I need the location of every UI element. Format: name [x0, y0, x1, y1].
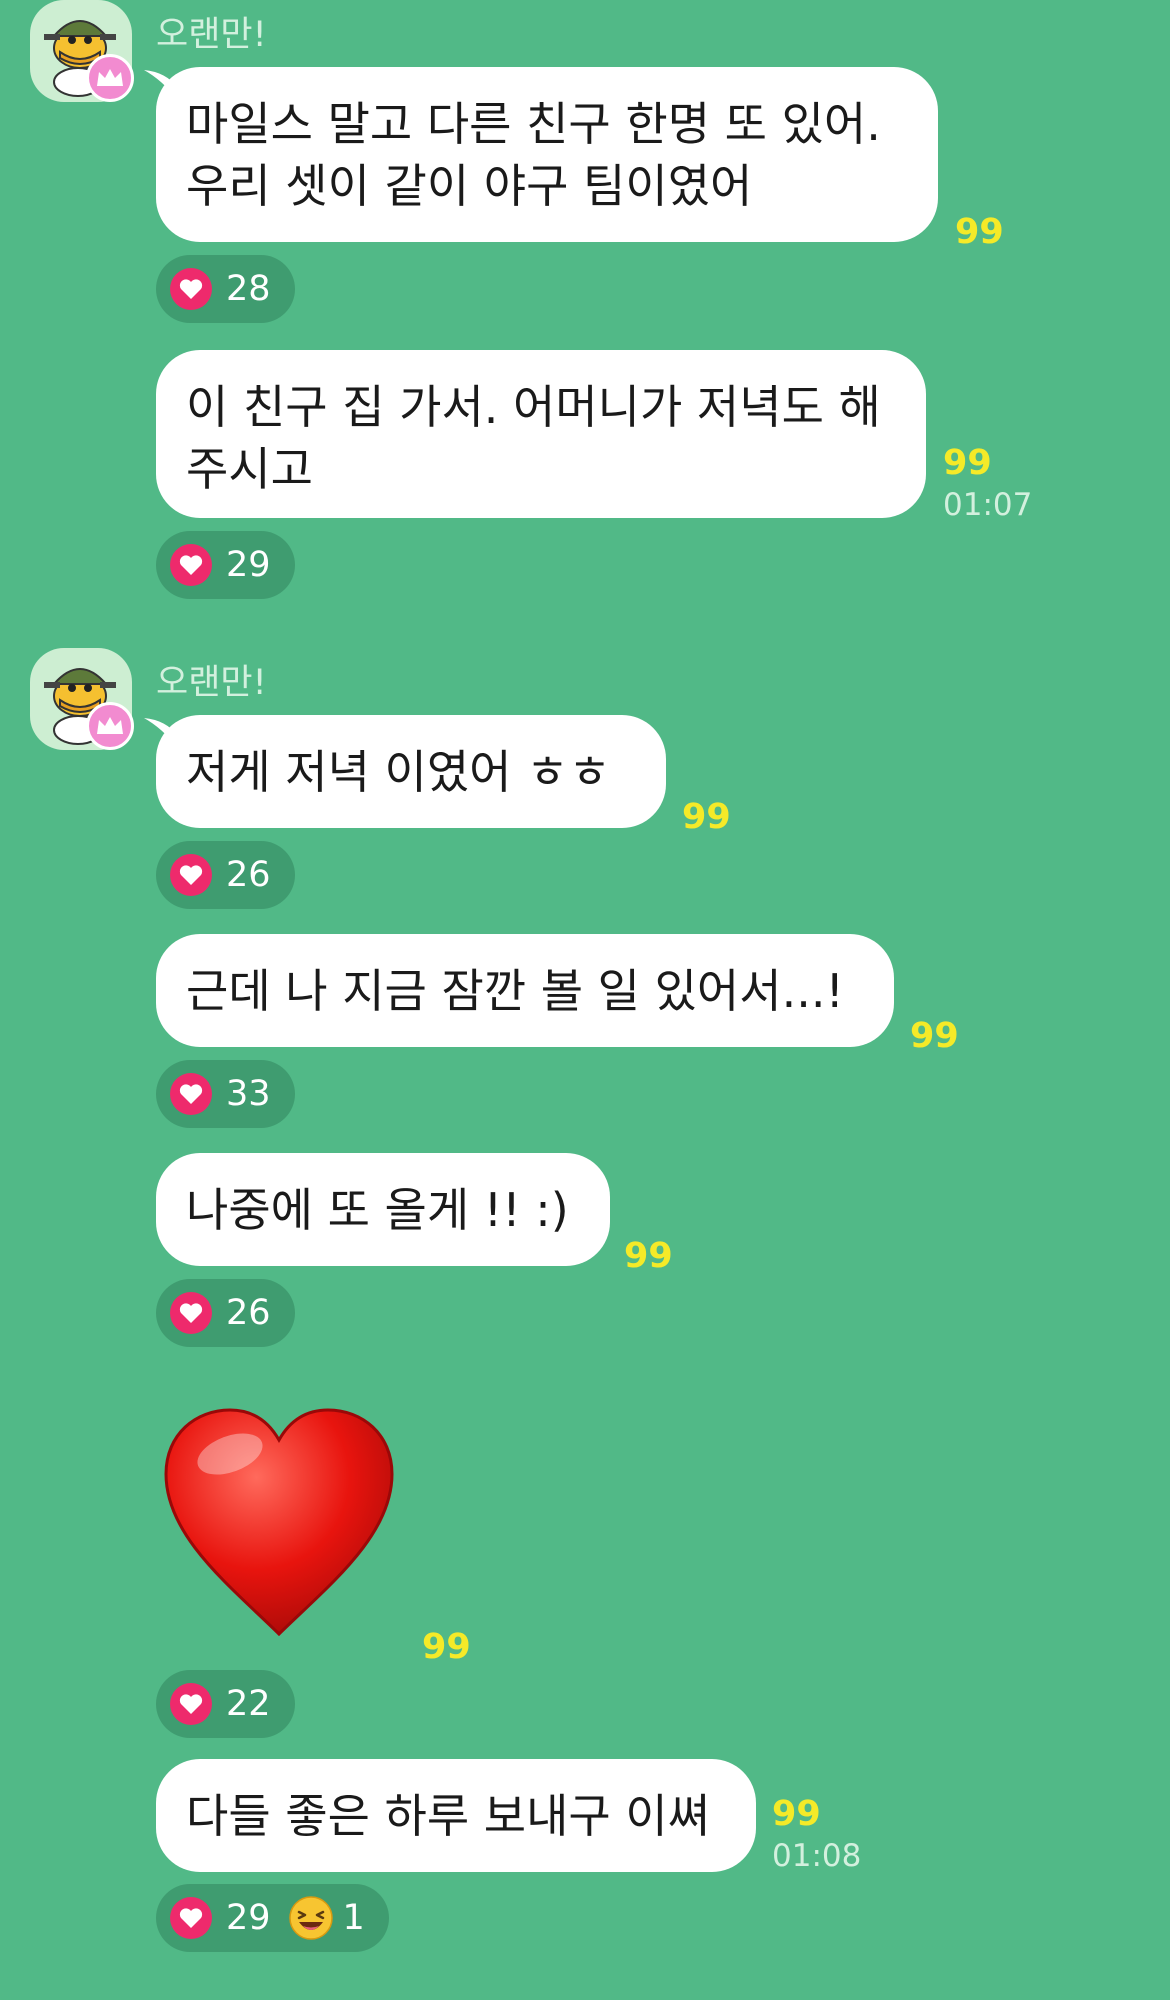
reaction-count: 26	[226, 855, 271, 895]
reaction-pill[interactable]: 29	[156, 531, 295, 599]
message-bubble[interactable]: 근데 나 지금 잠깐 볼 일 있어서...!	[156, 934, 894, 1047]
message-text: 다들 좋은 하루 보내구 이쎠	[186, 1789, 711, 1843]
message-text: 근데 나 지금 잠깐 볼 일 있어서...!	[186, 964, 844, 1018]
reaction-count: 1	[342, 1898, 365, 1938]
read-count: 99	[955, 212, 1004, 252]
message-text: 마일스 말고 다른 친구 한명 또 있어.	[186, 97, 881, 151]
message-bubble[interactable]: 나중에 또 올게 !! :)	[156, 1153, 610, 1266]
heart-icon	[179, 1084, 203, 1104]
heart-icon	[179, 865, 203, 885]
reaction-heart-badge	[170, 1292, 212, 1334]
read-count: 99	[772, 1794, 821, 1834]
reaction-heart-badge	[170, 268, 212, 310]
heart-icon	[179, 1908, 203, 1928]
read-count: 99	[910, 1016, 959, 1056]
grinning-squint-emoji-icon	[288, 1896, 333, 1940]
crown-icon	[97, 69, 123, 86]
crown-icon	[97, 717, 123, 734]
message-time: 01:08	[772, 1838, 862, 1874]
message-text: 저게 저녁 이였어 ㅎㅎ	[186, 745, 611, 799]
heart-icon	[179, 555, 203, 575]
crown-badge	[86, 54, 134, 102]
heart-icon	[179, 279, 203, 299]
reaction-heart-badge	[170, 544, 212, 586]
reaction-heart-badge	[170, 854, 212, 896]
reaction-pill[interactable]: 33	[156, 1060, 295, 1128]
message-text: 주시고	[186, 442, 313, 496]
reaction-pill[interactable]: 28	[156, 255, 295, 323]
read-count: 99	[422, 1627, 471, 1667]
message-text: 이 친구 집 가서. 어머니가 저녁도 해	[186, 380, 881, 434]
reaction-count: 28	[226, 269, 271, 309]
reaction-pill[interactable]: 29 1	[156, 1884, 389, 1952]
heart-icon	[179, 1694, 203, 1714]
reaction-count: 29	[226, 1898, 271, 1938]
message-bubble[interactable]: 다들 좋은 하루 보내구 이쎠	[156, 1759, 756, 1872]
read-count: 99	[624, 1236, 673, 1276]
sender-avatar[interactable]	[30, 0, 134, 102]
read-count: 99	[682, 797, 731, 837]
sender-name: 오랜만!	[156, 15, 267, 55]
message-bubble[interactable]: 이 친구 집 가서. 어머니가 저녁도 해 주시고	[156, 350, 926, 518]
reaction-heart-badge	[170, 1073, 212, 1115]
reaction-count: 26	[226, 1293, 271, 1333]
message-bubble[interactable]: 마일스 말고 다른 친구 한명 또 있어. 우리 셋이 같이 야구 팀이였어	[156, 67, 938, 242]
reaction-heart-badge	[170, 1683, 212, 1725]
red-heart-emoji[interactable]	[160, 1406, 398, 1640]
reaction-count: 22	[226, 1684, 271, 1724]
message-time: 01:07	[943, 487, 1033, 523]
heart-icon	[179, 1303, 203, 1323]
sender-avatar[interactable]	[30, 648, 134, 750]
reaction-count: 33	[226, 1074, 271, 1114]
message-bubble[interactable]: 저게 저녁 이였어 ㅎㅎ	[156, 715, 666, 828]
reaction-heart-badge	[170, 1897, 212, 1939]
reaction-pill[interactable]: 26	[156, 841, 295, 909]
read-count: 99	[943, 443, 992, 483]
reaction-pill[interactable]: 26	[156, 1279, 295, 1347]
message-text: 나중에 또 올게 !! :)	[186, 1183, 569, 1237]
message-text: 우리 셋이 같이 야구 팀이였어	[186, 159, 753, 213]
sender-name: 오랜만!	[156, 663, 267, 703]
reaction-pill[interactable]: 22	[156, 1670, 295, 1738]
crown-badge	[86, 702, 134, 750]
reaction-count: 29	[226, 545, 271, 585]
